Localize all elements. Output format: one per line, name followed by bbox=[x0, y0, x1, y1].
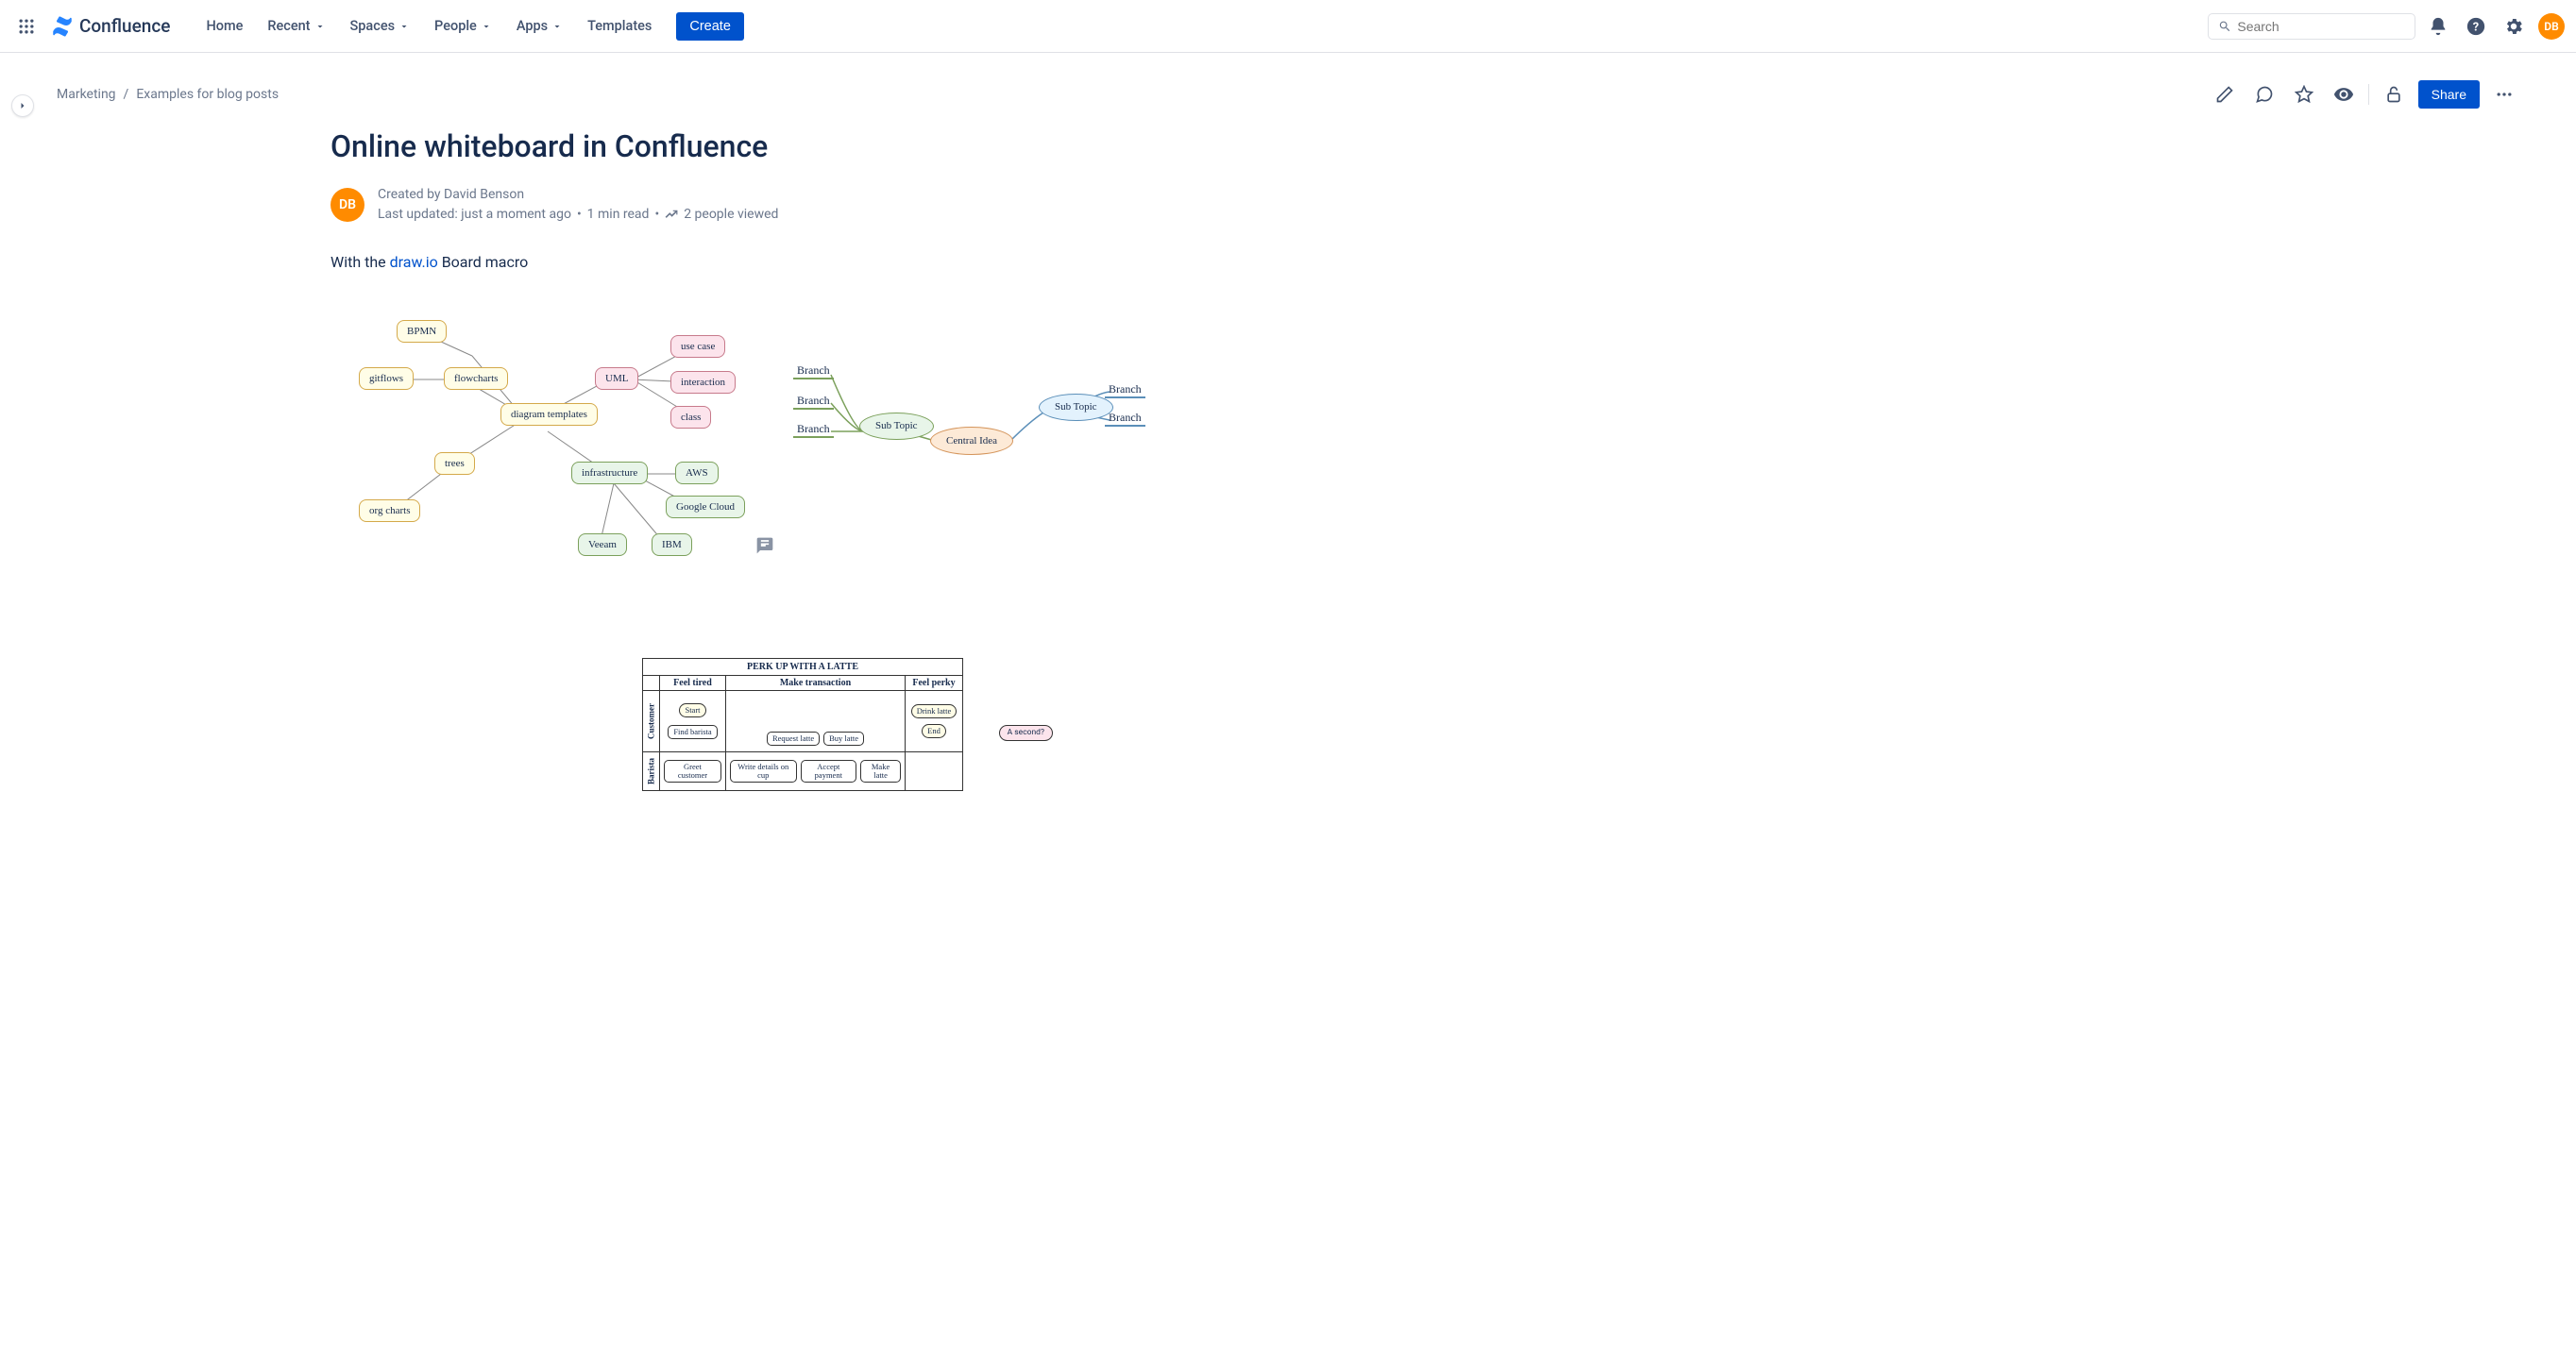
search-input[interactable] bbox=[2237, 19, 2405, 34]
author-avatar[interactable]: DB bbox=[330, 188, 364, 222]
node-class[interactable]: class bbox=[670, 406, 711, 429]
last-updated: Last updated: just a moment ago bbox=[378, 205, 571, 225]
swim-col-1: Feel tired bbox=[660, 676, 726, 690]
swim-drink[interactable]: Drink latte bbox=[911, 704, 958, 718]
sub-topic-left[interactable]: Sub Topic bbox=[859, 413, 934, 440]
node-uml[interactable]: UML bbox=[595, 367, 638, 390]
star-icon[interactable] bbox=[2289, 79, 2319, 110]
nav-home[interactable]: Home bbox=[196, 12, 252, 40]
created-by: Created by David Benson bbox=[378, 185, 778, 205]
swim-role-customer: Customer bbox=[643, 691, 660, 751]
analytics-icon bbox=[665, 209, 678, 222]
node-gitflows[interactable]: gitflows bbox=[359, 367, 414, 390]
chevron-down-icon bbox=[398, 21, 410, 32]
more-actions-icon[interactable] bbox=[2489, 79, 2519, 110]
swim-make[interactable]: Make latte bbox=[860, 760, 901, 784]
node-infra[interactable]: infrastructure bbox=[571, 462, 648, 484]
swimlane-diagram[interactable]: Perk up with a latte Feel tired Make tra… bbox=[642, 658, 963, 791]
search-icon bbox=[2218, 19, 2231, 34]
swim-buy[interactable]: Buy latte bbox=[823, 732, 864, 746]
central-idea[interactable]: Central Idea bbox=[930, 427, 1013, 455]
nav-people[interactable]: People bbox=[425, 12, 501, 40]
swim-col-3: Feel perky bbox=[906, 676, 962, 690]
comment-bubble-icon[interactable] bbox=[755, 536, 774, 559]
notifications-icon[interactable] bbox=[2423, 11, 2453, 42]
read-time: 1 min read bbox=[587, 205, 650, 225]
comments-icon[interactable] bbox=[2249, 79, 2279, 110]
breadcrumb: Marketing / Examples for blog posts bbox=[57, 87, 279, 102]
branch-4[interactable]: Branch bbox=[1105, 382, 1145, 398]
product-name: Confluence bbox=[79, 15, 170, 37]
node-interaction[interactable]: interaction bbox=[670, 371, 736, 394]
share-button[interactable]: Share bbox=[2418, 80, 2480, 109]
intro-text: With the draw.io Board macro bbox=[330, 253, 1275, 271]
restrictions-icon[interactable] bbox=[2379, 79, 2409, 110]
top-navigation: Confluence Home Recent Spaces People App… bbox=[0, 0, 2576, 53]
app-switcher-icon[interactable] bbox=[11, 11, 42, 42]
node-gcloud[interactable]: Google Cloud bbox=[666, 496, 745, 518]
page-body: Marketing / Examples for blog posts Shar… bbox=[0, 53, 2576, 848]
chevron-right-icon bbox=[17, 100, 28, 111]
user-avatar[interactable]: DB bbox=[2538, 13, 2565, 40]
swim-role-barista: Barista bbox=[643, 752, 660, 790]
branch-1[interactable]: Branch bbox=[793, 363, 834, 379]
nav-recent[interactable]: Recent bbox=[258, 12, 334, 40]
search-box[interactable] bbox=[2208, 13, 2415, 40]
node-aws[interactable]: AWS bbox=[675, 462, 719, 484]
watch-icon[interactable] bbox=[2329, 79, 2359, 110]
drawio-link[interactable]: draw.io bbox=[390, 253, 438, 271]
node-trees[interactable]: trees bbox=[434, 452, 475, 475]
help-icon[interactable]: ? bbox=[2461, 11, 2491, 42]
swim-title: Perk up with a latte bbox=[643, 659, 962, 676]
swim-start[interactable]: Start bbox=[679, 703, 705, 717]
branch-3[interactable]: Branch bbox=[793, 422, 834, 438]
confluence-logo[interactable]: Confluence bbox=[45, 15, 176, 38]
nav-spaces[interactable]: Spaces bbox=[341, 12, 420, 40]
swim-col-2: Make transaction bbox=[726, 676, 906, 690]
page-byline: DB Created by David Benson Last updated:… bbox=[330, 185, 1275, 225]
node-flowcharts[interactable]: flowcharts bbox=[444, 367, 508, 390]
nav-templates[interactable]: Templates bbox=[578, 12, 661, 40]
node-bpmn[interactable]: BPMN bbox=[397, 320, 447, 343]
branch-2[interactable]: Branch bbox=[793, 394, 834, 410]
nav-apps[interactable]: Apps bbox=[507, 12, 572, 40]
swim-second[interactable]: A second? bbox=[999, 725, 1053, 741]
svg-text:?: ? bbox=[2473, 20, 2479, 34]
create-button[interactable]: Create bbox=[676, 12, 744, 41]
primary-nav: Home Recent Spaces People Apps Templates bbox=[196, 12, 661, 40]
settings-icon[interactable] bbox=[2499, 11, 2529, 42]
swim-accept[interactable]: Accept payment bbox=[801, 760, 857, 784]
chevron-down-icon bbox=[314, 21, 326, 32]
node-ibm[interactable]: IBM bbox=[652, 533, 692, 556]
branch-5[interactable]: Branch bbox=[1105, 411, 1145, 427]
node-center[interactable]: diagram templates bbox=[500, 403, 598, 426]
page-title: Online whiteboard in Confluence bbox=[330, 128, 1275, 164]
swim-find[interactable]: Find barista bbox=[668, 725, 717, 739]
people-viewed: 2 people viewed bbox=[684, 205, 778, 225]
whiteboard-diagram[interactable]: BPMN gitflows flowcharts diagram templat… bbox=[330, 299, 1275, 601]
breadcrumb-page[interactable]: Examples for blog posts bbox=[136, 87, 279, 102]
node-veeam[interactable]: Veeam bbox=[578, 533, 627, 556]
swim-end[interactable]: End bbox=[922, 724, 946, 738]
chevron-down-icon bbox=[481, 21, 492, 32]
breadcrumb-sep: / bbox=[124, 87, 129, 102]
breadcrumb-space[interactable]: Marketing bbox=[57, 87, 116, 102]
chevron-down-icon bbox=[551, 21, 563, 32]
sub-topic-right[interactable]: Sub Topic bbox=[1039, 394, 1113, 421]
swim-greet[interactable]: Greet customer bbox=[664, 760, 721, 784]
sidebar-expand-button[interactable] bbox=[11, 94, 34, 117]
node-usecase[interactable]: use case bbox=[670, 335, 725, 358]
swim-req[interactable]: Request latte bbox=[767, 732, 820, 746]
node-orgcharts[interactable]: org charts bbox=[359, 499, 420, 522]
page-actions: Share bbox=[2210, 79, 2519, 110]
edit-icon[interactable] bbox=[2210, 79, 2240, 110]
swim-write[interactable]: Write details on cup bbox=[730, 760, 797, 784]
